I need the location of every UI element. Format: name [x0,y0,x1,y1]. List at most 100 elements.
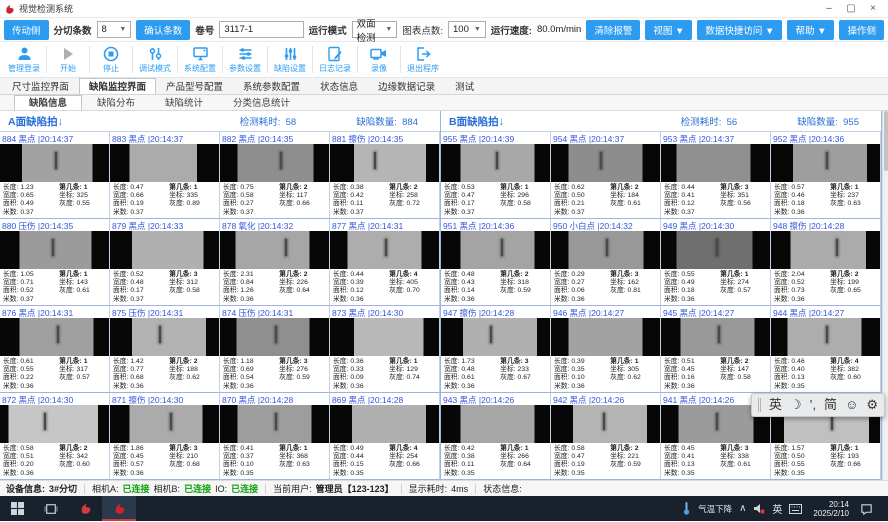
ime-halfwidth-moon-icon[interactable]: ☽ [790,394,802,416]
defect-cell[interactable]: 878 氧化 |20:14:32长度: 2.31宽度: 0.84面积: 1.26… [220,219,330,306]
roll-no-input[interactable]: 3117-1 [219,21,303,38]
confirm-count-button[interactable]: 确认条数 [136,20,190,40]
touch-keyboard-icon[interactable] [789,504,802,514]
defect-length: 长度: 1.57 [774,445,830,453]
defect-cell[interactable]: 943 黑点 |20:14:26长度: 0.42宽度: 0.38面积: 0.11… [441,393,551,480]
task-view-button[interactable] [34,496,68,521]
defect-cell[interactable]: 952 黑点 |20:14:36长度: 0.57宽度: 0.46面积: 0.18… [771,132,881,219]
defect-cell[interactable]: 883 黑点 |20:14:37长度: 0.47宽度: 0.66面积: 0.19… [110,132,220,219]
defect-cell[interactable]: 951 黑点 |20:14:36长度: 0.48宽度: 0.43面积: 0.14… [441,219,551,306]
action-sliders[interactable]: 参数设置 [223,42,267,77]
defect-cell[interactable]: 955 黑点 |20:14:39长度: 0.53宽度: 0.47面积: 0.17… [441,132,551,219]
defect-image [661,318,770,356]
defect-cell[interactable]: 945 黑点 |20:14:27长度: 0.51宽度: 0.45面积: 0.16… [661,306,771,393]
ime-lang-toggle[interactable]: 英 [769,394,782,416]
defect-metrics-left: 长度: 0.45宽度: 0.41面积: 0.13米数: 0.35 [664,445,720,479]
defect-cell[interactable]: 870 黑点 |20:14:28长度: 0.41宽度: 0.37面积: 0.10… [220,393,330,480]
main-tab-0[interactable]: 尺寸监控界面 [2,78,79,94]
main-tab-4[interactable]: 状态信息 [310,78,368,94]
slit-count-select[interactable]: 8▼ [97,21,132,38]
defect-cell[interactable]: 953 黑点 |20:14:37长度: 0.44宽度: 0.41面积: 0.12… [661,132,771,219]
help-menu-button[interactable]: 帮助 ▼ [787,20,834,40]
ime-settings-gear-icon[interactable]: ⚙ [866,394,878,416]
action-tune[interactable]: 调试模式 [133,42,177,77]
clear-alarm-button[interactable]: 清除报警 [586,20,640,40]
defect-cell[interactable]: 869 黑点 |20:14:28长度: 0.49宽度: 0.44面积: 0.15… [330,393,440,480]
tray-expand-caret[interactable]: ∧ [739,503,746,514]
data-quick-access-menu-button[interactable]: 数据快捷访问 ▼ [697,20,782,40]
weather-ticker[interactable]: 气温下降 [698,503,732,515]
main-tab-5[interactable]: 边缘数据记录 [368,78,445,94]
defect-cell[interactable]: 880 压伤 |20:14:35长度: 1.05宽度: 0.71面积: 0.52… [0,219,110,306]
ime-simplified-toggle[interactable]: 简 [824,394,837,416]
defect-info: 长度: 0.75宽度: 0.58面积: 0.27米数: 0.37第几条: 2坐标… [220,182,329,218]
ime-punctuation-icon[interactable]: ’, [810,394,817,416]
notification-center-icon[interactable] [860,503,873,515]
sub-tab-3[interactable]: 分类信息统计 [218,95,305,110]
defect-cell[interactable]: 884 黑点 |20:14:37长度: 1.23宽度: 0.65面积: 0.49… [0,132,110,219]
defect-meter: 米数: 0.35 [333,470,389,478]
defect-cell[interactable]: 947 擦伤 |20:14:28长度: 1.73宽度: 0.48面积: 0.61… [441,306,551,393]
action-play[interactable]: 开始 [47,42,89,77]
run-mode-select[interactable]: 双面检测▼ [352,21,398,38]
taskbar-active-app[interactable] [102,496,136,521]
defect-cell[interactable]: 942 黑点 |20:14:26长度: 0.58宽度: 0.47面积: 0.19… [551,393,661,480]
sub-tab-0[interactable]: 缺陷信息 [14,95,82,110]
action-monitor[interactable]: 系统配置 [178,42,222,77]
main-tab-2[interactable]: 产品型号配置 [156,78,233,94]
action-filters[interactable]: 缺陷设置 [268,42,312,77]
action-user[interactable]: 管理登录 [2,42,46,77]
start-button[interactable] [0,496,34,521]
main-tab-3[interactable]: 系统参数配置 [233,78,310,94]
sub-tab-2[interactable]: 缺陷统计 [150,95,218,110]
defect-cell[interactable]: 872 黑点 |20:14:30长度: 0.58宽度: 0.51面积: 0.20… [0,393,110,480]
defect-cell[interactable]: 881 擦伤 |20:14:35长度: 0.38宽度: 0.42面积: 0.11… [330,132,440,219]
action-exit[interactable]: 退出程序 [401,42,445,77]
operator-side-button[interactable]: 操作侧 [839,20,884,40]
defect-cell[interactable]: 882 黑点 |20:14:35长度: 0.75宽度: 0.58面积: 0.27… [220,132,330,219]
maximize-button[interactable]: ▢ [840,1,862,17]
defect-cell[interactable]: 879 黑点 |20:14:33长度: 0.52宽度: 0.48面积: 0.17… [110,219,220,306]
task-view-icon [44,503,58,515]
vertical-scrollbar[interactable] [882,111,888,480]
defect-cell[interactable]: 877 黑点 |20:14:31长度: 0.44宽度: 0.39面积: 0.12… [330,219,440,306]
defect-cell[interactable]: 950 小白点 |20:14:32长度: 0.29宽度: 0.27面积: 0.0… [551,219,661,306]
thermometer-icon[interactable] [682,502,691,515]
defect-strip-no: 第几条: 2 [389,184,437,192]
defect-strip-no: 第几条: 1 [500,445,548,453]
action-camera[interactable]: 录像 [358,42,400,77]
defect-cell[interactable]: 874 压伤 |20:14:31长度: 1.18宽度: 0.69面积: 0.54… [220,306,330,393]
close-button[interactable]: × [862,1,884,17]
taskbar-app-icon[interactable] [68,496,102,521]
defect-cell[interactable]: 871 擦伤 |20:14:30长度: 1.86宽度: 0.45面积: 0.57… [110,393,220,480]
volume-badge-icon[interactable] [753,503,765,514]
defect-cell[interactable]: 948 擦伤 |20:14:28长度: 2.04宽度: 0.52面积: 0.73… [771,219,881,306]
taskbar-clock[interactable]: 20:14 2025/2/10 [809,500,853,518]
action-log[interactable]: 日志记录 [313,42,357,77]
chart-points-select[interactable]: 100▼ [448,21,486,38]
action-stop[interactable]: 停止 [90,42,132,77]
view-menu-button[interactable]: 视图 ▼ [645,20,692,40]
defect-strip-no: 第几条: 1 [169,184,217,192]
defect-area: 面积: 0.22 [3,374,59,382]
defect-cell[interactable]: 875 压伤 |20:14:31长度: 1.42宽度: 0.77面积: 0.68… [110,306,220,393]
user-icon [16,45,33,62]
ime-drag-handle[interactable] [758,398,761,412]
ime-mode-indicator[interactable]: 英 [772,501,782,516]
defect-strip-no: 第几条: 2 [830,271,878,279]
minimize-button[interactable]: – [818,1,840,17]
defect-image [330,318,439,356]
main-tab-6[interactable]: 测试 [445,78,484,94]
defect-cell[interactable]: 876 黑点 |20:14:31长度: 0.61宽度: 0.55面积: 0.22… [0,306,110,393]
defect-metrics-right: 第几条: 2坐标: 199灰度: 0.65 [830,271,878,305]
defect-cell[interactable]: 954 黑点 |20:14:37长度: 0.62宽度: 0.50面积: 0.21… [551,132,661,219]
drive-side-button[interactable]: 传动侧 [4,20,49,40]
scrollbar-thumb[interactable] [884,111,888,171]
main-tab-1[interactable]: 缺陷监控界面 [79,78,156,94]
defect-cell[interactable]: 946 黑点 |20:14:27长度: 0.39宽度: 0.35面积: 0.10… [551,306,661,393]
defect-cell[interactable]: 944 黑点 |20:14:27长度: 0.46宽度: 0.40面积: 0.13… [771,306,881,393]
defect-cell[interactable]: 873 黑点 |20:14:30长度: 0.36宽度: 0.33面积: 0.09… [330,306,440,393]
defect-cell[interactable]: 949 黑点 |20:14:30长度: 0.55宽度: 0.49面积: 0.18… [661,219,771,306]
ime-emoji-icon[interactable]: ☺ [845,394,858,416]
sub-tab-1[interactable]: 缺陷分布 [82,95,150,110]
